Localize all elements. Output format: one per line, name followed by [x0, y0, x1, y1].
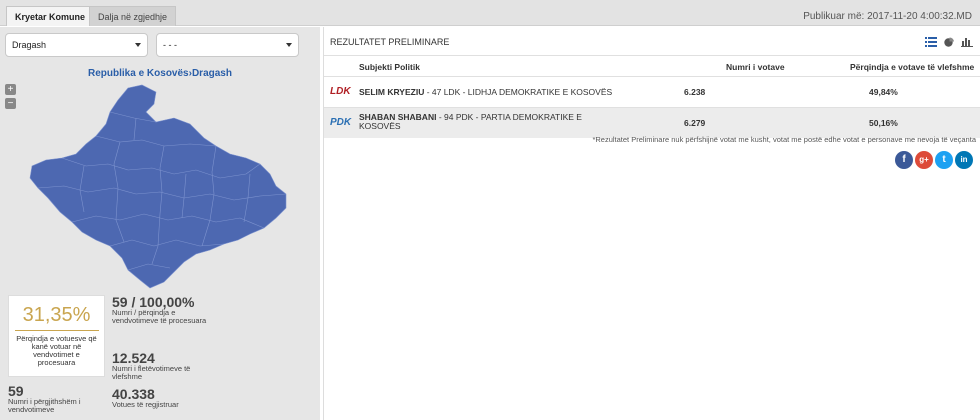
- stat-total-stations-label: Numri i përgjithshëm i vendvotimeve: [8, 397, 81, 414]
- left-panel: Dragash - - - + − Republika e Kosovës›Dr…: [0, 27, 320, 420]
- candidate-name: SHABAN SHABANI - 94 PDK - PARTIA DEMOKRA…: [359, 113, 584, 131]
- zoom-out-button[interactable]: −: [5, 98, 16, 109]
- candidate-name-text: SELIM KRYEZIU: [359, 87, 425, 97]
- published-timestamp: Publikuar më: 2017-11-20 4:00:32.MD: [803, 11, 972, 22]
- stat-valid-label: Numri i fletëvotimeve të vlefshme: [112, 364, 191, 381]
- header-votes: Numri i votave: [726, 62, 785, 72]
- linkedin-icon[interactable]: in: [955, 151, 973, 169]
- turnout-percentage: 31,35%: [22, 304, 91, 326]
- table-row[interactable]: PDK SHABAN SHABANI - 94 PDK - PARTIA DEM…: [324, 108, 980, 138]
- chevron-down-icon: [135, 43, 141, 47]
- tab-turnout[interactable]: Dalja në zgjedhje: [89, 6, 177, 26]
- kosovo-map[interactable]: [24, 82, 294, 292]
- results-panel: REZULTATET PRELIMINARE Subjekti Politik …: [323, 27, 980, 420]
- breadcrumb-root[interactable]: Republika e Kosovës: [88, 68, 189, 79]
- list-view-icon[interactable]: [925, 37, 937, 47]
- stat-processed-label: Numri / përqindja e vendvotimeve të proc…: [112, 308, 207, 325]
- map-breadcrumb: Republika e Kosovës›Dragash: [0, 68, 320, 79]
- results-title-divider: [324, 55, 980, 56]
- header-percentage: Përqindja e votave të vlefshme: [850, 62, 975, 72]
- municipality-select-value: Dragash: [12, 40, 47, 50]
- turnout-divider: [14, 330, 99, 331]
- chevron-down-icon: [286, 43, 292, 47]
- kosovo-outline: [29, 84, 287, 289]
- pdk-logo-icon: PDK: [330, 117, 352, 128]
- vote-percentage: 50,16%: [869, 118, 898, 128]
- stat-valid-ballots: 12.524 Numri i fletëvotimeve të vlefshme: [112, 351, 208, 381]
- table-row[interactable]: LDK SELIM KRYEZIU - 47 LDK - LIDHJA DEMO…: [324, 77, 980, 107]
- vote-percentage: 49,84%: [869, 87, 898, 97]
- stat-processed: 59 / 100,00% Numri / përqindja e vendvot…: [112, 295, 208, 325]
- polling-station-select[interactable]: - - -: [156, 33, 299, 57]
- header-subject: Subjekti Politik: [359, 62, 420, 72]
- vote-count: 6.238: [684, 87, 706, 97]
- candidate-name: SELIM KRYEZIU - 47 LDK - LIDHJA DEMOKRAT…: [359, 87, 612, 97]
- turnout-label: Përqindja e votuesve që kanë votuar në v…: [16, 334, 97, 367]
- pie-chart-icon[interactable]: [943, 37, 955, 47]
- municipality-select[interactable]: Dragash: [5, 33, 148, 57]
- tab-mayor[interactable]: Kryetar Komune: [6, 6, 95, 26]
- bar-chart-icon[interactable]: [961, 37, 973, 47]
- polling-station-select-value: - - -: [163, 40, 177, 50]
- ldk-logo-icon: LDK: [330, 86, 351, 97]
- vote-count: 6.279: [684, 118, 706, 128]
- breadcrumb-current: Dragash: [191, 68, 232, 79]
- results-title: REZULTATET PRELIMINARE: [330, 37, 450, 47]
- zoom-in-button[interactable]: +: [5, 84, 16, 95]
- facebook-icon[interactable]: f: [895, 151, 913, 169]
- turnout-card: 31,35% Përqindja e votuesve që kanë votu…: [8, 295, 105, 377]
- google-plus-icon[interactable]: g+: [915, 151, 933, 169]
- stat-registered: 40.338 Votues të regjistruar: [112, 387, 208, 409]
- party-name: - 47 LDK - LIDHJA DEMOKRATIKE E KOSOVËS: [424, 87, 613, 97]
- preliminary-note: *Rezultatet Preliminare nuk përfshijnë v…: [592, 135, 976, 144]
- stat-total-stations: 59 Numri i përgjithshëm i vendvotimeve: [8, 384, 104, 414]
- top-bar: Kryetar Komune Dalja në zgjedhje Publiku…: [0, 0, 980, 26]
- twitter-icon[interactable]: t: [935, 151, 953, 169]
- stat-registered-label: Votues të regjistruar: [112, 400, 179, 409]
